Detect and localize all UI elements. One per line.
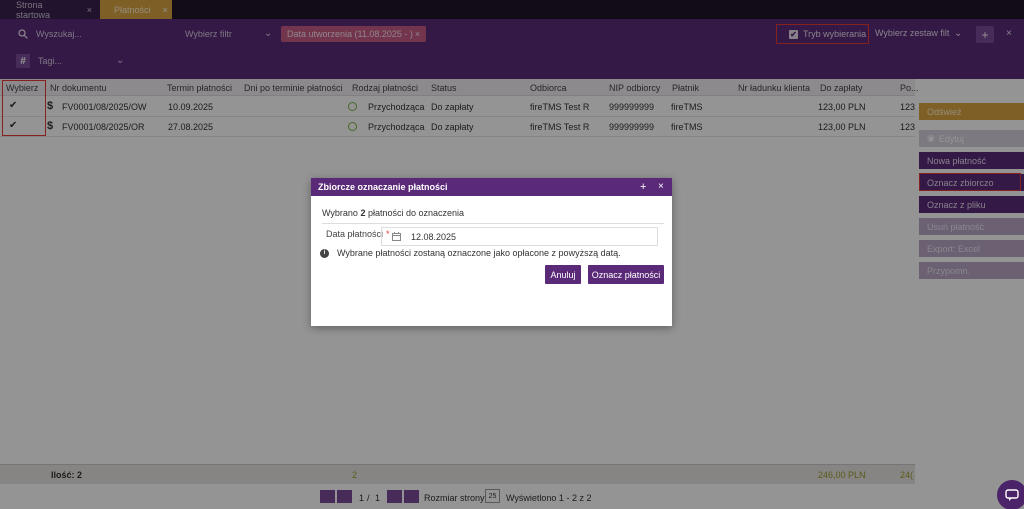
info-suffix: płatności do oznaczenia — [365, 208, 465, 218]
info-note-text: Wybrane płatności zostaną oznaczone jako… — [337, 248, 621, 258]
dialog-title: Zbiorcze oznaczanie płatności — [318, 182, 448, 192]
bulk-mark-dialog: Zbiorcze oznaczanie płatności + × Wybran… — [311, 178, 672, 326]
maximize-icon[interactable]: + — [640, 181, 646, 193]
close-icon[interactable]: × — [658, 181, 664, 192]
payment-date-value: 12.08.2025 — [411, 231, 457, 242]
payment-date-label-text: Data płatności — [326, 229, 384, 239]
confirm-mark-button[interactable]: Oznacz płatności — [588, 265, 664, 284]
cancel-button[interactable]: Anuluj — [545, 265, 581, 284]
payment-date-input[interactable]: 12.08.2025 — [381, 227, 658, 246]
chat-icon — [1005, 489, 1019, 501]
info-prefix: Wybrano — [322, 208, 361, 218]
info-note: i Wybrane płatności zostaną oznaczone ja… — [320, 248, 621, 258]
chat-bubble-icon[interactable] — [997, 480, 1024, 509]
calendar-icon[interactable] — [392, 232, 401, 241]
info-icon: i — [320, 248, 329, 258]
selection-info: Wybrano 2 płatności do oznaczenia — [322, 208, 664, 224]
dialog-header: Zbiorcze oznaczanie płatności + × — [311, 178, 672, 196]
